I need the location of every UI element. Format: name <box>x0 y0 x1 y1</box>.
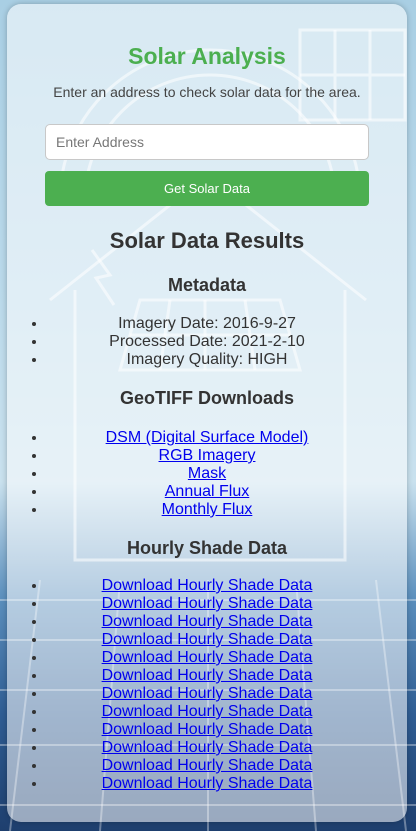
list-item: Download Hourly Shade Data <box>47 649 407 667</box>
list-item: Mask <box>47 465 407 483</box>
hourly-shade-link[interactable]: Download Hourly Shade Data <box>102 649 313 666</box>
list-item: Download Hourly Shade Data <box>47 595 407 613</box>
list-item: Download Hourly Shade Data <box>47 667 407 685</box>
list-item: Annual Flux <box>47 483 407 501</box>
address-input[interactable] <box>45 124 369 160</box>
page-title: Solar Analysis <box>128 43 286 69</box>
metadata-item-imagery-date: Imagery Date: 2016-9-27 <box>47 315 407 333</box>
metadata-list: Imagery Date: 2016-9-27 Processed Date: … <box>7 315 407 369</box>
results-heading: Solar Data Results <box>109 228 305 253</box>
list-item: Download Hourly Shade Data <box>47 721 407 739</box>
metadata-item-processed-date: Processed Date: 2021-2-10 <box>47 333 407 351</box>
list-item: Download Hourly Shade Data <box>47 739 407 757</box>
page-subtitle: Enter an address to check solar data for… <box>53 84 361 100</box>
list-item: DSM (Digital Surface Model) <box>47 429 407 447</box>
hourly-shade-link[interactable]: Download Hourly Shade Data <box>102 595 313 612</box>
metadata-heading: Metadata <box>167 275 247 295</box>
dsm-download-link[interactable]: DSM (Digital Surface Model) <box>106 429 309 446</box>
list-item: Download Hourly Shade Data <box>47 631 407 649</box>
hourly-shade-link[interactable]: Download Hourly Shade Data <box>102 667 313 684</box>
get-solar-data-button[interactable]: Get Solar Data <box>45 171 369 206</box>
hourly-shade-heading: Hourly Shade Data <box>126 538 288 558</box>
list-item: Download Hourly Shade Data <box>47 775 407 793</box>
hourly-shade-link[interactable]: Download Hourly Shade Data <box>102 739 313 756</box>
list-item: Download Hourly Shade Data <box>47 703 407 721</box>
list-item: Download Hourly Shade Data <box>47 757 407 775</box>
hourly-shade-link[interactable]: Download Hourly Shade Data <box>102 577 313 594</box>
hourly-shade-link[interactable]: Download Hourly Shade Data <box>102 685 313 702</box>
hourly-shade-link[interactable]: Download Hourly Shade Data <box>102 703 313 720</box>
mask-download-link[interactable]: Mask <box>188 465 226 482</box>
list-item: Download Hourly Shade Data <box>47 685 407 703</box>
hourly-shade-link[interactable]: Download Hourly Shade Data <box>102 631 313 648</box>
hourly-shade-link[interactable]: Download Hourly Shade Data <box>102 721 313 738</box>
hourly-shade-list: Download Hourly Shade Data Download Hour… <box>7 577 407 793</box>
list-item: Download Hourly Shade Data <box>47 577 407 595</box>
list-item: RGB Imagery <box>47 447 407 465</box>
list-item: Monthly Flux <box>47 501 407 519</box>
metadata-item-imagery-quality: Imagery Quality: HIGH <box>47 351 407 369</box>
annual-flux-download-link[interactable]: Annual Flux <box>165 483 250 500</box>
solar-analysis-card: Solar Analysis Enter an address to check… <box>7 4 407 822</box>
geotiff-heading: GeoTIFF Downloads <box>120 388 294 408</box>
hourly-shade-link[interactable]: Download Hourly Shade Data <box>102 757 313 774</box>
monthly-flux-download-link[interactable]: Monthly Flux <box>162 501 253 518</box>
rgb-download-link[interactable]: RGB Imagery <box>159 447 256 464</box>
hourly-shade-link[interactable]: Download Hourly Shade Data <box>102 775 313 792</box>
hourly-shade-link[interactable]: Download Hourly Shade Data <box>102 613 313 630</box>
list-item: Download Hourly Shade Data <box>47 613 407 631</box>
geotiff-list: DSM (Digital Surface Model) RGB Imagery … <box>7 429 407 519</box>
